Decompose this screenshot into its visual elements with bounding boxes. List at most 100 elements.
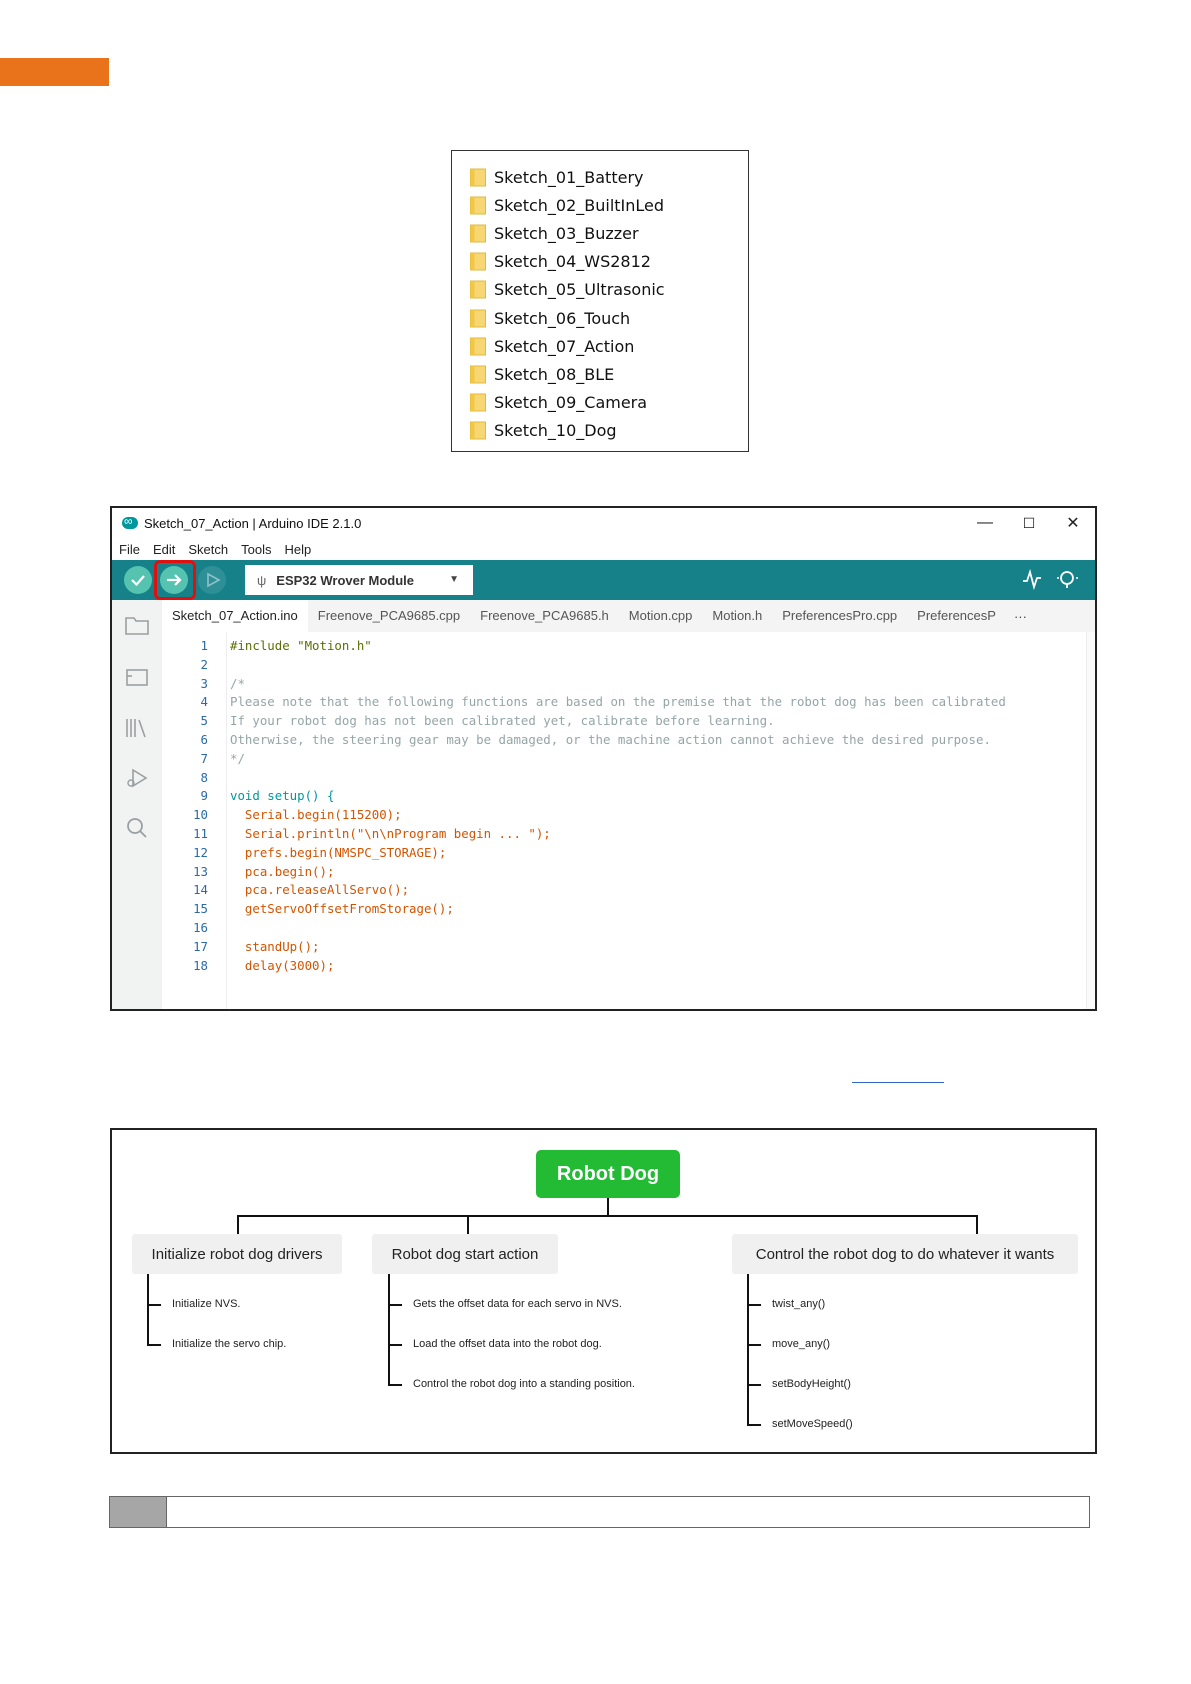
line-number: 11 <box>193 826 208 841</box>
code-line: If your robot dog has not been calibrate… <box>230 713 775 729</box>
tab-motion-cpp[interactable]: Motion.cpp <box>619 600 703 632</box>
verify-button[interactable] <box>124 566 152 594</box>
debug-button[interactable] <box>198 566 226 594</box>
editor-scrollbar[interactable] <box>1086 632 1095 1009</box>
folder-item[interactable]: Sketch_01_Battery <box>452 163 748 191</box>
close-button[interactable]: ✕ <box>1051 508 1095 538</box>
serial-monitor-icon[interactable] <box>1055 568 1081 595</box>
line-number: 10 <box>193 807 208 823</box>
board-name: ESP32 Wrover Module <box>276 572 415 588</box>
folder-label: Sketch_05_Ultrasonic <box>494 280 665 300</box>
board-selector[interactable]: ψ ESP32 Wrover Module ▼ <box>245 565 473 595</box>
connector-line <box>747 1384 761 1386</box>
hyperlink-underline[interactable] <box>852 1082 944 1083</box>
folder-icon[interactable] <box>124 614 150 640</box>
toolbar: ψ ESP32 Wrover Module ▼ <box>112 560 1095 600</box>
leaf-initialize-servo-chip: Initialize the servo chip. <box>172 1338 287 1350</box>
tab-freenove-pca9685-cpp[interactable]: Freenove_PCA9685.cpp <box>308 600 470 632</box>
boards-manager-icon[interactable] <box>124 666 150 692</box>
checkmark-icon <box>131 575 145 587</box>
code-editor[interactable]: 1 #include "Motion.h" 2 3 /* 4 Please note tha… <box>162 632 1095 1009</box>
usb-icon: ψ <box>257 572 267 588</box>
line-number: 8 <box>200 769 208 785</box>
line-number: 17 <box>193 938 208 954</box>
folder-item[interactable]: Sketch_06_Touch <box>452 304 748 332</box>
folder-item[interactable]: Sketch_02_BuiltInLed <box>452 191 748 219</box>
menu-help[interactable]: Help <box>284 542 311 557</box>
search-icon[interactable] <box>124 816 150 842</box>
connector-line <box>388 1304 402 1306</box>
line-number: 6 <box>200 732 208 747</box>
header-accent-bar <box>0 58 109 86</box>
connector-line <box>147 1274 149 1345</box>
menu-bar: File Edit Sketch Tools Help <box>112 538 1095 560</box>
folder-item[interactable]: Sketch_04_WS2812 <box>452 248 748 276</box>
connector-line <box>147 1304 161 1306</box>
leaf-set-body-height: setBodyHeight() <box>772 1378 851 1390</box>
folder-item[interactable]: Sketch_09_Camera <box>452 389 748 417</box>
menu-tools[interactable]: Tools <box>241 542 271 557</box>
folder-item[interactable]: Sketch_10_Dog <box>452 417 748 445</box>
tab-preferencesp[interactable]: PreferencesP <box>907 600 1006 632</box>
folder-label: Sketch_06_Touch <box>494 308 631 328</box>
folder-icon <box>470 168 487 187</box>
minimize-button[interactable]: — <box>963 508 1007 538</box>
connector-line <box>747 1304 761 1306</box>
branch-control: Control the robot dog to do whatever it … <box>732 1234 1078 1274</box>
tab-sketch-07-action-ino[interactable]: Sketch_07_Action.ino <box>162 600 308 632</box>
code-line: getServoOffsetFromStorage(); <box>230 901 454 917</box>
line-number: 4 <box>200 694 208 710</box>
line-number: 14 <box>193 882 208 898</box>
line-number: 18 <box>193 957 208 973</box>
folder-icon <box>470 196 487 215</box>
branch-start-action: Robot dog start action <box>372 1234 558 1274</box>
code-line: standUp(); <box>230 938 320 954</box>
library-manager-icon[interactable] <box>124 716 150 742</box>
debug-sidebar-icon[interactable] <box>124 766 150 792</box>
folder-icon <box>470 337 487 356</box>
connector-line <box>147 1344 161 1346</box>
connector-line <box>976 1215 978 1234</box>
sketch-folder-list: Sketch_01_Battery Sketch_02_BuiltInLed Ske… <box>451 150 749 452</box>
maximize-button[interactable]: ☐ <box>1007 508 1051 538</box>
code-line: void setup() { <box>230 788 335 804</box>
tab-preferencespro-cpp[interactable]: PreferencesPro.cpp <box>772 600 907 632</box>
tab-motion-h[interactable]: Motion.h <box>702 600 772 632</box>
more-tabs-button[interactable]: ··· <box>1006 609 1035 624</box>
leaf-standing-position: Control the robot dog into a standing po… <box>413 1378 635 1390</box>
file-tabs: Sketch_07_Action.ino Freenove_PCA9685.cp… <box>162 600 1095 633</box>
leaf-twist-any: twist_any() <box>772 1298 826 1310</box>
connector-line <box>607 1198 609 1216</box>
connector-line <box>747 1344 761 1346</box>
folder-item[interactable]: Sketch_03_Buzzer <box>452 219 748 247</box>
connector-line <box>747 1274 749 1425</box>
tab-freenove-pca9685-h[interactable]: Freenove_PCA9685.h <box>470 600 619 632</box>
code-line: Serial.begin(115200); <box>230 807 402 823</box>
chevron-down-icon: ▼ <box>449 574 459 585</box>
code-line: delay(3000); <box>230 957 335 973</box>
folder-icon <box>470 280 487 299</box>
connector-line <box>747 1424 761 1426</box>
folder-item[interactable]: Sketch_08_BLE <box>452 360 748 388</box>
folder-icon <box>470 309 487 328</box>
folder-icon <box>470 224 487 243</box>
code-line: #include "Motion.h" <box>230 638 372 653</box>
folder-item[interactable]: Sketch_07_Action <box>452 332 748 360</box>
note-marker <box>110 1497 167 1527</box>
serial-plotter-icon[interactable] <box>1021 568 1043 595</box>
line-number: 12 <box>193 844 208 860</box>
connector-line <box>388 1384 402 1386</box>
left-sidebar <box>112 600 163 1009</box>
leaf-load-offset-data: Load the offset data into the robot dog. <box>413 1338 602 1350</box>
arduino-ide-window: Sketch_07_Action | Arduino IDE 2.1.0 — ☐… <box>110 506 1097 1011</box>
menu-sketch[interactable]: Sketch <box>188 542 228 557</box>
line-number: 1 <box>200 638 208 653</box>
connector-line <box>237 1215 239 1234</box>
folder-icon <box>470 252 487 271</box>
code-line: Please note that the following functions… <box>230 694 1006 710</box>
folder-item[interactable]: Sketch_05_Ultrasonic <box>452 276 748 304</box>
line-number: 15 <box>193 901 208 917</box>
folder-label: Sketch_02_BuiltInLed <box>494 195 665 215</box>
menu-edit[interactable]: Edit <box>153 542 175 557</box>
menu-file[interactable]: File <box>119 542 140 557</box>
